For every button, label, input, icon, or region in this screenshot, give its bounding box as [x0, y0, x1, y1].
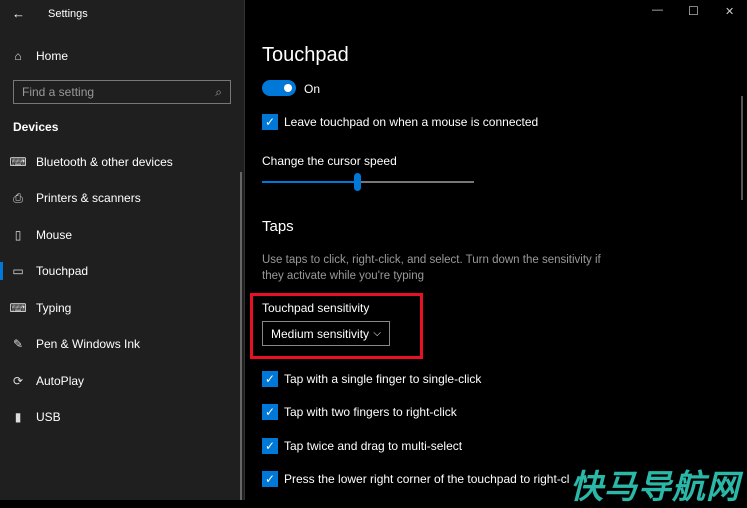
- label: USB: [36, 410, 61, 424]
- label: AutoPlay: [36, 374, 85, 388]
- label: Tap twice and drag to multi-select: [284, 439, 463, 453]
- sensitivity-dropdown[interactable]: Medium sensitivity ⌵: [262, 321, 390, 346]
- main-panel: [244, 0, 747, 500]
- check-icon: ✓: [262, 371, 278, 387]
- sidebar-item-home[interactable]: ⌂ Home: [0, 38, 240, 74]
- pen-icon: ✎: [12, 337, 24, 351]
- check-icon: ✓: [262, 404, 278, 420]
- sidebar-item-pen[interactable]: ✎ Pen & Windows Ink: [0, 326, 240, 362]
- cursor-speed-slider[interactable]: [262, 173, 474, 191]
- taps-heading: Taps: [262, 218, 294, 235]
- check-icon: ✓: [262, 438, 278, 454]
- label: Mouse: [36, 228, 73, 242]
- taps-description: Use taps to click, right-click, and sele…: [262, 254, 601, 282]
- sidebar-item-bluetooth[interactable]: ⌨ Bluetooth & other devices: [0, 144, 240, 180]
- watermark: 快马导航网: [570, 460, 740, 508]
- leave-on-checkbox[interactable]: ✓ Leave touchpad on when a mouse is conne…: [262, 114, 538, 130]
- sidebar-item-touchpad[interactable]: ▭ Touchpad: [0, 253, 240, 289]
- sidebar-scrollbar[interactable]: [240, 172, 242, 500]
- maximize-button[interactable]: ☐: [688, 4, 699, 18]
- back-icon[interactable]: ←: [12, 6, 25, 21]
- label: Touchpad: [36, 264, 89, 278]
- tap-drag-checkbox[interactable]: ✓ Tap twice and drag to multi-select: [262, 438, 462, 454]
- sidebar-item-usb[interactable]: ▮ USB: [0, 399, 240, 435]
- label: Tap with two fingers to right-click: [284, 405, 457, 419]
- bluetooth-icon: ⌨: [9, 155, 27, 169]
- label: Tap with a single finger to single-click: [284, 372, 482, 386]
- chevron-down-icon: ⌵: [373, 328, 381, 339]
- label: Leave touchpad on when a mouse is connec…: [284, 115, 539, 129]
- label: Printers & scanners: [36, 191, 141, 205]
- label: Bluetooth & other devices: [36, 155, 173, 169]
- usb-icon: ▮: [14, 410, 22, 424]
- printer-icon: ⎙: [13, 190, 23, 205]
- lower-right-checkbox[interactable]: ✓ Press the lower right corner of the tou…: [262, 471, 584, 487]
- section-heading: Devices: [13, 120, 59, 134]
- selected-value: Medium sensitivity: [271, 326, 370, 341]
- main-scrollbar[interactable]: [741, 96, 743, 200]
- label: Press the lower right corner of the touc…: [284, 472, 585, 486]
- minimize-button[interactable]: —: [652, 4, 663, 16]
- touchpad-icon: ▭: [12, 264, 24, 278]
- cursor-speed-label: Change the cursor speed: [262, 154, 397, 168]
- keyboard-icon: ⌨: [9, 301, 27, 315]
- close-button[interactable]: ✕: [725, 5, 734, 18]
- check-icon: ✓: [262, 471, 278, 487]
- label: Pen & Windows Ink: [36, 337, 141, 351]
- autoplay-icon: ⟳: [12, 374, 24, 388]
- label: Typing: [36, 301, 72, 315]
- search-placeholder: Find a setting: [22, 85, 95, 99]
- home-label: Home: [36, 49, 69, 63]
- sidebar-item-printers[interactable]: ⎙ Printers & scanners: [0, 180, 240, 216]
- mouse-icon: ▯: [14, 228, 22, 242]
- toggle-label: On: [304, 82, 321, 96]
- single-tap-checkbox[interactable]: ✓ Tap with a single finger to single-clic…: [262, 371, 481, 387]
- slider-thumb[interactable]: [354, 173, 362, 191]
- sidebar-item-autoplay[interactable]: ⟳ AutoPlay: [0, 363, 240, 399]
- check-icon: ✓: [262, 114, 278, 130]
- page-title: Touchpad: [262, 44, 349, 66]
- touchpad-toggle[interactable]: [262, 80, 296, 96]
- sidebar-item-mouse[interactable]: ▯ Mouse: [0, 217, 240, 253]
- sensitivity-label: Touchpad sensitivity: [262, 301, 370, 315]
- search-input[interactable]: Find a setting ⌕: [13, 80, 231, 104]
- home-icon: ⌂: [14, 49, 22, 63]
- window-title: Settings: [48, 8, 88, 20]
- sidebar-item-typing[interactable]: ⌨ Typing: [0, 290, 240, 326]
- two-finger-tap-checkbox[interactable]: ✓ Tap with two fingers to right-click: [262, 404, 457, 420]
- search-icon: ⌕: [215, 84, 222, 99]
- sidebar: ← Settings ⌂ Home Find a setting ⌕ Devices…: [0, 0, 244, 500]
